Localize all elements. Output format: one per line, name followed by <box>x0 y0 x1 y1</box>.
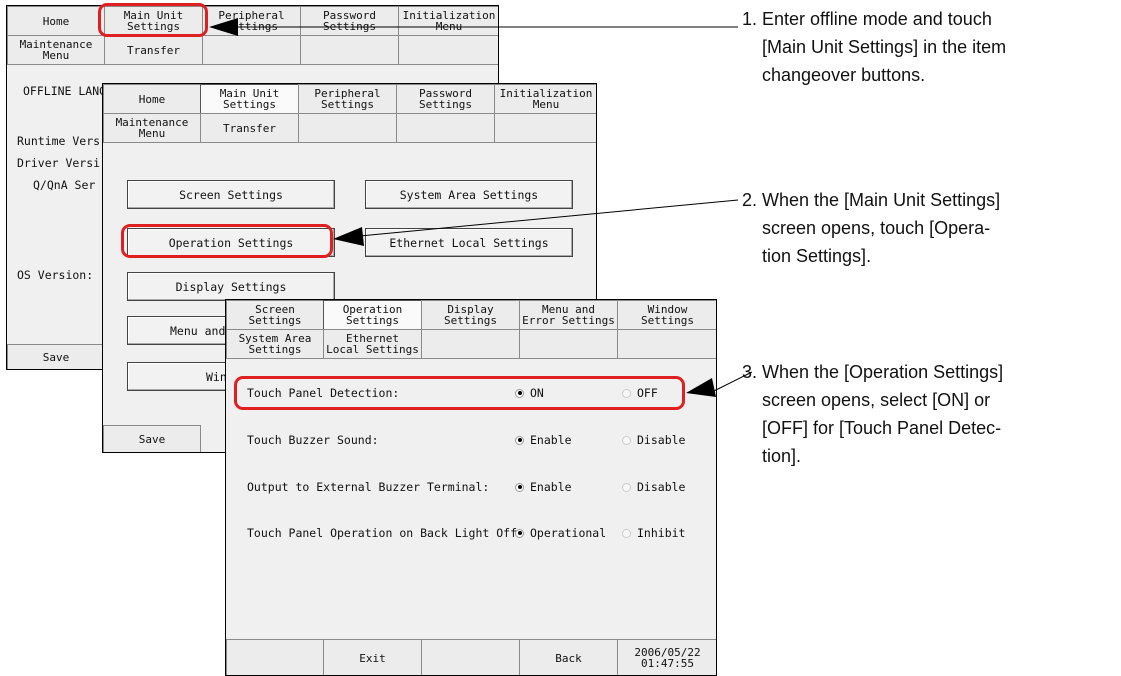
radio-unselected-icon <box>622 528 631 538</box>
operation-settings-highlight <box>121 224 333 258</box>
tab-empty <box>421 639 520 675</box>
external-buzzer-label: Output to External Buzzer Terminal: <box>247 480 490 494</box>
exit-button[interactable]: Exit <box>323 639 422 675</box>
operation-settings-screen: Screen Settings Operation Settings Displ… <box>225 299 717 676</box>
tab-empty <box>226 639 324 675</box>
touch-panel-detection-highlight <box>234 376 685 410</box>
time-text: 01:47:55 <box>641 657 694 670</box>
tab-maintenance-menu[interactable]: Maintenance Menu <box>103 113 201 143</box>
tab-peripheral-settings[interactable]: Peripheral Settings <box>202 6 301 36</box>
qna-series-label: Q/QnA Ser <box>33 178 96 192</box>
tab-operation-settings[interactable]: Operation Settings <box>323 300 422 330</box>
tab-empty <box>519 329 618 359</box>
tab-password-settings[interactable]: Password Settings <box>396 84 495 114</box>
tab-initialization-menu[interactable]: Initialization Menu <box>398 6 498 36</box>
tab-password-settings[interactable]: Password Settings <box>300 6 399 36</box>
back-button[interactable]: Back <box>519 639 618 675</box>
tab-empty <box>617 329 716 359</box>
touch-buzzer-disable-radio[interactable]: Disable <box>622 433 685 447</box>
tab-menu-and-error-settings[interactable]: Menu and Error Settings <box>519 300 618 330</box>
tab-transfer[interactable]: Transfer <box>200 113 299 143</box>
os-version-label: OS Version: <box>17 268 94 282</box>
display-settings-button[interactable]: Display Settings <box>127 272 335 301</box>
radio-unselected-icon <box>622 435 631 445</box>
tab-maintenance-menu[interactable]: Maintenance Menu <box>7 35 105 65</box>
save-button[interactable]: Save <box>103 425 201 452</box>
runtime-version-label: Runtime Vers <box>17 134 101 148</box>
system-area-settings-button[interactable]: System Area Settings <box>365 180 573 209</box>
date-time-display: 2006/05/22 01:47:55 <box>617 639 716 675</box>
radio-selected-icon <box>515 528 524 538</box>
radio-unselected-icon <box>622 482 631 492</box>
driver-version-label: Driver Versi <box>17 156 101 170</box>
external-buzzer-enable-radio[interactable]: Enable <box>515 480 572 494</box>
tab-empty <box>396 113 495 143</box>
tab-ethernet-local-settings[interactable]: Ethernet Local Settings <box>323 329 422 359</box>
tab-screen-settings[interactable]: Screen Settings <box>226 300 324 330</box>
external-buzzer-disable-radio[interactable]: Disable <box>622 480 685 494</box>
backlight-operational-radio[interactable]: Operational <box>515 526 606 540</box>
ethernet-local-settings-button[interactable]: Ethernet Local Settings <box>365 228 573 257</box>
tab-display-settings[interactable]: Display Settings <box>421 300 520 330</box>
tab-system-area-settings[interactable]: System Area Settings <box>226 329 324 359</box>
tab-peripheral-settings[interactable]: Peripheral Settings <box>298 84 397 114</box>
step-1-instruction: 1. Enter offline mode and touch [Main Uni… <box>742 9 1007 85</box>
tab-empty <box>298 113 397 143</box>
touch-buzzer-sound-label: Touch Buzzer Sound: <box>247 433 379 447</box>
tab-empty <box>494 113 596 143</box>
step-2-instruction: 2. When the [Main Unit Settings] screen o… <box>742 190 1001 266</box>
radio-selected-icon <box>515 482 524 492</box>
backlight-off-operation-label: Touch Panel Operation on Back Light Off: <box>247 526 524 540</box>
backlight-inhibit-radio[interactable]: Inhibit <box>622 526 685 540</box>
save-button[interactable]: Save <box>7 344 105 369</box>
tab-main-unit-settings[interactable]: Main Unit Settings <box>200 84 299 114</box>
screen-settings-button[interactable]: Screen Settings <box>127 180 335 209</box>
main-unit-settings-highlight <box>98 3 208 37</box>
tab-window-settings[interactable]: Window Settings <box>617 300 716 330</box>
tab-initialization-menu[interactable]: Initialization Menu <box>494 84 596 114</box>
tab-home[interactable]: Home <box>7 6 105 36</box>
tab-empty <box>300 35 399 65</box>
tab-empty <box>202 35 301 65</box>
touch-buzzer-enable-radio[interactable]: Enable <box>515 433 572 447</box>
tab-transfer[interactable]: Transfer <box>104 35 203 65</box>
tab-home[interactable]: Home <box>103 84 201 114</box>
offline-language-label: OFFLINE LANG <box>23 84 107 98</box>
radio-selected-icon <box>515 435 524 445</box>
tab-empty <box>421 329 520 359</box>
step-3-instruction: 3. When the [Operation Settings] screen o… <box>742 362 1004 466</box>
tab-empty <box>398 35 498 65</box>
